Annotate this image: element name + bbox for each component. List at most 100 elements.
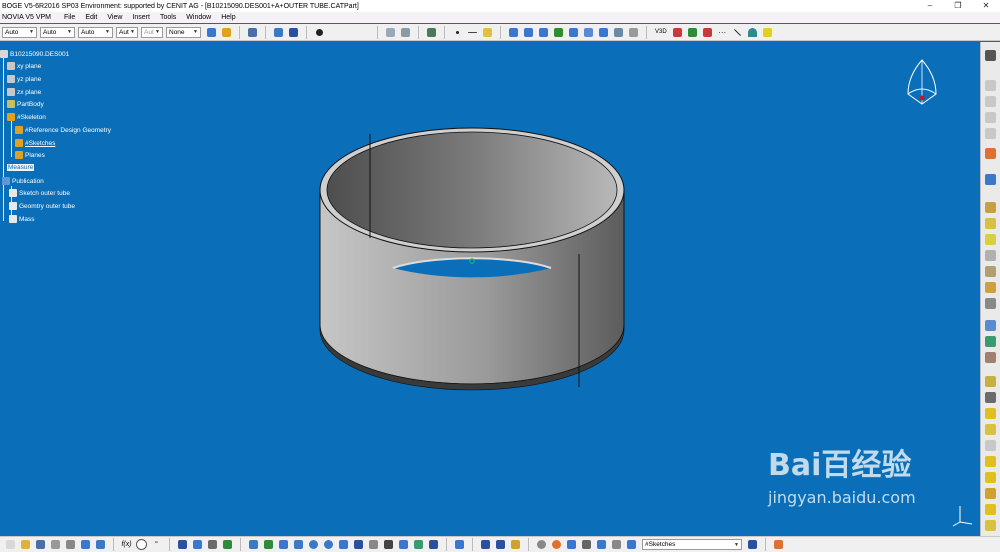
rotate-icon[interactable] xyxy=(508,27,519,38)
wizard-icon[interactable] xyxy=(222,539,233,550)
annotation-icon[interactable] xyxy=(985,504,996,515)
axis-icon[interactable] xyxy=(598,27,609,38)
sticky-note-icon[interactable] xyxy=(762,27,773,38)
positioned-sketch-icon[interactable] xyxy=(985,112,996,123)
chart-icon[interactable] xyxy=(192,539,203,550)
close-button[interactable]: ✕ xyxy=(972,0,1000,12)
cube-icon[interactable] xyxy=(613,27,624,38)
menu-insert[interactable]: Insert xyxy=(127,14,155,21)
menu-tools[interactable]: Tools xyxy=(155,14,181,21)
gear-icon[interactable] xyxy=(985,50,996,61)
scale-icon[interactable] xyxy=(568,27,579,38)
draft-icon[interactable] xyxy=(985,320,996,331)
compare-icon[interactable] xyxy=(480,539,491,550)
fit-all-icon[interactable] xyxy=(263,539,274,550)
parameter-icon[interactable] xyxy=(687,27,698,38)
maximize-button[interactable]: ❐ xyxy=(944,0,972,12)
plane-icon[interactable] xyxy=(482,27,493,38)
symmetry-icon[interactable] xyxy=(553,27,564,38)
fillet-icon[interactable] xyxy=(985,298,996,309)
reload-icon[interactable] xyxy=(536,539,547,550)
capture-icon[interactable] xyxy=(495,539,506,550)
layer-icon[interactable] xyxy=(454,539,465,550)
palette-icon[interactable] xyxy=(773,539,784,550)
profile-icon[interactable] xyxy=(985,128,996,139)
transparency-combo[interactable]: Auto ▼ xyxy=(40,26,75,38)
constraint-icon[interactable] xyxy=(985,520,996,531)
menu-help[interactable]: Help xyxy=(216,14,240,21)
menu-edit[interactable]: Edit xyxy=(80,14,102,21)
split-icon[interactable] xyxy=(985,456,996,467)
compass-icon[interactable] xyxy=(903,58,943,110)
painter-icon[interactable] xyxy=(221,27,232,38)
hide-show-icon[interactable] xyxy=(383,539,394,550)
point-icon[interactable] xyxy=(452,27,463,38)
line-icon[interactable] xyxy=(467,27,478,38)
outer-tube-part[interactable] xyxy=(319,127,625,391)
normal-view-icon[interactable] xyxy=(338,539,349,550)
print-icon[interactable] xyxy=(50,539,61,550)
render-icon[interactable] xyxy=(628,27,639,38)
pattern-icon[interactable] xyxy=(985,392,996,403)
formula-icon[interactable]: f(x) xyxy=(121,539,132,550)
redo-icon[interactable] xyxy=(95,539,106,550)
paint-brush-icon[interactable] xyxy=(206,27,217,38)
translate-icon[interactable] xyxy=(538,27,549,38)
arrow-icon[interactable] xyxy=(985,148,996,159)
cut-icon[interactable] xyxy=(65,539,76,550)
pocket-icon[interactable] xyxy=(985,218,996,229)
dots-icon[interactable]: ··· xyxy=(717,27,728,38)
sketcher-icon[interactable] xyxy=(985,80,996,91)
lock-icon[interactable] xyxy=(510,539,521,550)
menu-window[interactable]: Window xyxy=(181,14,216,21)
sketch-icon[interactable] xyxy=(985,96,996,107)
zoom-in-icon[interactable] xyxy=(308,539,319,550)
minimize-button[interactable]: – xyxy=(916,0,944,12)
layer-combo[interactable]: None ▼ xyxy=(166,26,201,38)
undo-icon[interactable] xyxy=(80,539,91,550)
menu-file[interactable]: File xyxy=(59,14,80,21)
sketch-icon[interactable] xyxy=(385,27,396,38)
quote-icon[interactable]: “ xyxy=(151,539,162,550)
tools-icon[interactable] xyxy=(273,27,284,38)
save-icon[interactable] xyxy=(35,539,46,550)
linetype-combo[interactable]: Auto ▼ xyxy=(78,26,113,38)
pad-icon[interactable] xyxy=(985,202,996,213)
lineweight-combo[interactable]: Aut ▼ xyxy=(116,26,138,38)
arc-icon[interactable] xyxy=(747,27,758,38)
open-icon[interactable] xyxy=(20,539,31,550)
menu-view[interactable]: View xyxy=(102,14,127,21)
boolean-icon[interactable] xyxy=(985,424,996,435)
mirror-icon[interactable] xyxy=(985,376,996,387)
rib-icon[interactable] xyxy=(985,266,996,277)
measure-icon[interactable] xyxy=(428,539,439,550)
comment-icon[interactable] xyxy=(136,539,147,550)
pan-icon[interactable] xyxy=(278,539,289,550)
thick-surface-icon[interactable] xyxy=(985,472,996,483)
affinity-icon[interactable] xyxy=(583,27,594,38)
cut-part-icon[interactable] xyxy=(426,27,437,38)
pin-icon[interactable] xyxy=(672,27,683,38)
rotate-view-icon[interactable] xyxy=(293,539,304,550)
shell-icon[interactable] xyxy=(985,336,996,347)
material-icon[interactable] xyxy=(413,539,424,550)
tag-icon[interactable] xyxy=(626,539,637,550)
fixed-icon[interactable] xyxy=(566,539,577,550)
formula-icon[interactable] xyxy=(702,27,713,38)
color-combo[interactable]: Auto ▼ xyxy=(2,26,37,38)
swap-visible-icon[interactable] xyxy=(398,539,409,550)
sewing-icon[interactable] xyxy=(985,440,996,451)
menu-brand[interactable]: NOVIA V5 VPM xyxy=(0,14,59,21)
rotate2-icon[interactable] xyxy=(523,27,534,38)
current-geometry-select[interactable]: #Sketches ▼ xyxy=(642,539,742,550)
close-surface-icon[interactable] xyxy=(985,488,996,499)
table-icon[interactable] xyxy=(177,539,188,550)
toggle-icon[interactable] xyxy=(747,539,758,550)
point-combo[interactable]: Aut ▼ xyxy=(141,26,163,38)
zoom-out-icon[interactable] xyxy=(323,539,334,550)
slot-icon[interactable] xyxy=(985,282,996,293)
scaling-icon[interactable] xyxy=(985,408,996,419)
exit-workbench-icon[interactable] xyxy=(400,27,411,38)
select-tool-icon[interactable] xyxy=(247,27,258,38)
hole-icon[interactable] xyxy=(985,250,996,261)
